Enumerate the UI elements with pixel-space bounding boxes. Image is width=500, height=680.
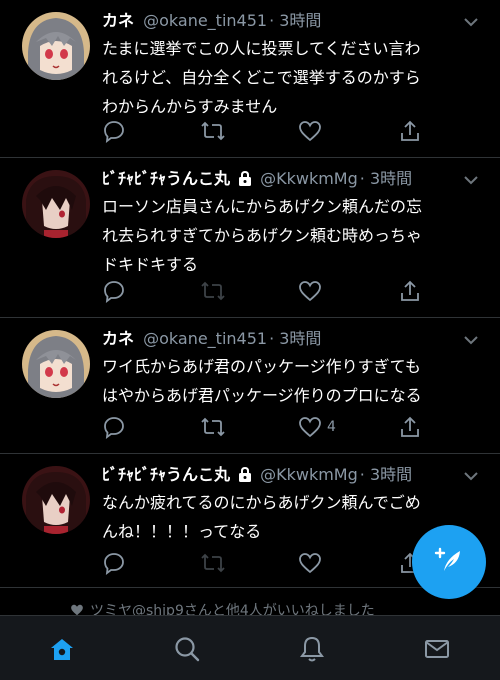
display-name[interactable]: カネ — [102, 11, 134, 30]
like-count: 4 — [327, 419, 336, 435]
tweet-text: たまに選挙でこの人に投票してください言わ れるけど、自分全くどこで選挙するのかす… — [102, 34, 482, 121]
tab-messages-icon[interactable] — [422, 634, 452, 664]
timestamp: · 3時間 — [269, 11, 322, 30]
user-handle: @okane_tin451 — [143, 11, 268, 30]
reply-icon[interactable] — [102, 278, 126, 304]
tweet-text-line: れ去られすぎてからあげクン頼む時めっちゃ — [102, 226, 423, 245]
tweet-text-line: たまに選挙でこの人に投票してください言わ — [102, 39, 421, 58]
user-handle: @KkwkmMg — [260, 465, 358, 484]
tweet-actions — [102, 278, 442, 304]
tweet-text-line: わからんからすみません — [102, 97, 278, 116]
avatar[interactable] — [22, 12, 90, 80]
tweet[interactable]: カネ @okane_tin451 · 3時間 ワイ氏からあげ君のパッケージ作りすぎ… — [0, 318, 500, 454]
retweet-icon — [200, 278, 226, 304]
timestamp: · 3時間 — [269, 329, 322, 348]
like-icon[interactable] — [298, 278, 327, 304]
avatar[interactable] — [22, 170, 90, 238]
user-handle: @KkwkmMg — [260, 169, 358, 188]
share-icon[interactable] — [398, 414, 422, 440]
tweet-text-line: ローソン店員さんにからあげクン頼んだの忘 — [102, 197, 423, 216]
like-icon[interactable] — [298, 118, 327, 144]
share-icon[interactable] — [398, 118, 422, 144]
compose-feather-icon — [432, 543, 466, 581]
tweet[interactable]: ﾋﾞﾁｬﾋﾞﾁｬうんこ丸 @KkwkmMg · 3時間 ローソン店員さんにからあげ… — [0, 158, 500, 318]
tweet-header: カネ @okane_tin451 · 3時間 — [102, 10, 460, 32]
chevron-down-icon[interactable] — [464, 170, 478, 189]
chevron-down-icon[interactable] — [464, 12, 478, 31]
timeline: カネ @okane_tin451 · 3時間 たまに選挙でこの人に投票してください… — [0, 0, 500, 615]
tweet-header: ﾋﾞﾁｬﾋﾞﾁｬうんこ丸 @KkwkmMg · 3時間 — [102, 464, 460, 486]
share-icon[interactable] — [398, 278, 422, 304]
compose-tweet-button[interactable] — [412, 525, 486, 599]
chevron-down-icon[interactable] — [464, 330, 478, 349]
avatar[interactable] — [22, 466, 90, 534]
lock-icon — [238, 466, 252, 488]
tweet-text-line: ドキドキする — [102, 255, 199, 274]
chevron-down-icon[interactable] — [464, 466, 478, 485]
activity-note-text: ツミヤ@ship9さんと他4人がいいねしました — [90, 603, 375, 615]
tweet-header: ﾋﾞﾁｬﾋﾞﾁｬうんこ丸 @KkwkmMg · 3時間 — [102, 168, 460, 190]
lock-icon — [238, 170, 252, 192]
tweet-actions — [102, 118, 442, 144]
retweet-icon[interactable] — [200, 118, 226, 144]
tab-notifications-icon[interactable] — [297, 634, 327, 664]
tab-search-icon[interactable] — [172, 634, 202, 664]
reply-icon[interactable] — [102, 414, 126, 440]
retweet-icon[interactable] — [200, 414, 226, 440]
tweet-actions — [102, 550, 442, 576]
like-icon[interactable]: 4 — [298, 414, 336, 440]
timestamp: · 3時間 — [359, 169, 413, 188]
bottom-tab-bar — [0, 615, 500, 680]
display-name[interactable]: ﾋﾞﾁｬﾋﾞﾁｬうんこ丸 — [102, 465, 230, 484]
tweet-text-line: れるけど、自分全くどこで選挙するのかすら — [102, 68, 421, 87]
user-handle: @okane_tin451 — [143, 329, 268, 348]
display-name[interactable]: ﾋﾞﾁｬﾋﾞﾁｬうんこ丸 — [102, 169, 230, 188]
tweet-actions: 4 — [102, 414, 442, 440]
tab-home-icon[interactable] — [47, 634, 77, 664]
tweet-text: ワイ氏からあげ君のパッケージ作りすぎても はやからあげ君パッケージ作りのプロにな… — [102, 352, 482, 410]
retweet-icon — [200, 550, 226, 576]
tweet-text-line: なんか疲れてるのにからあげクン頼んでごめ — [102, 493, 421, 512]
avatar[interactable] — [22, 330, 90, 398]
timestamp: · 3時間 — [359, 465, 413, 484]
reply-icon[interactable] — [102, 550, 126, 576]
tweet-text-line: はやからあげ君パッケージ作りのプロになる — [102, 386, 422, 405]
display-name[interactable]: カネ — [102, 329, 134, 348]
tweet[interactable]: カネ @okane_tin451 · 3時間 たまに選挙でこの人に投票してください… — [0, 0, 500, 158]
activity-note[interactable]: ツミヤ@ship9さんと他4人がいいねしました — [70, 600, 375, 615]
tweet-text-line: ワイ氏からあげ君のパッケージ作りすぎても — [102, 357, 421, 376]
reply-icon[interactable] — [102, 118, 126, 144]
heart-icon — [70, 603, 84, 615]
tweet-text: ローソン店員さんにからあげクン頼んだの忘 れ去られすぎてからあげクン頼む時めっち… — [102, 192, 482, 279]
like-icon[interactable] — [298, 550, 327, 576]
tweet-header: カネ @okane_tin451 · 3時間 — [102, 328, 460, 350]
